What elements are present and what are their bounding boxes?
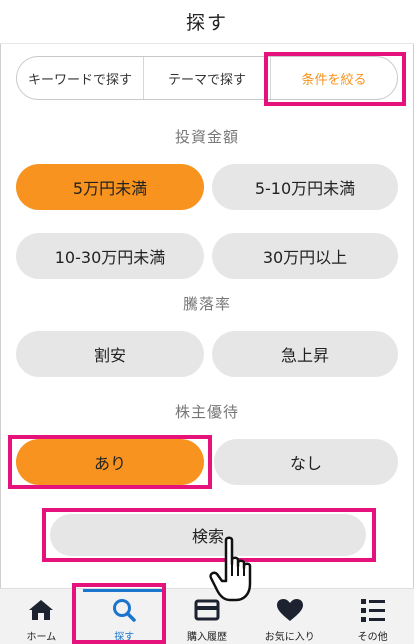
option-undervalued[interactable]: 割安 xyxy=(16,331,204,377)
page-header: 探す xyxy=(0,0,414,44)
option-50k-100k[interactable]: 5-10万円未満 xyxy=(212,164,398,210)
option-benefit-yes[interactable]: あり xyxy=(16,439,204,485)
hand-pointer-icon xyxy=(208,536,262,606)
bottom-tab-bar: ホーム 探す 購入履歴 お気に入り その他 xyxy=(0,588,414,644)
section-title-shareholder-benefit: 株主優待 xyxy=(174,403,239,421)
heart-icon xyxy=(276,597,304,623)
tab-keyword-search[interactable]: キーワードで探す xyxy=(17,57,143,99)
tab-other[interactable]: その他 xyxy=(331,589,414,644)
tab-filter-conditions[interactable]: 条件を絞る xyxy=(270,57,397,99)
home-icon xyxy=(28,597,54,623)
option-under-50k[interactable]: 5万円未満 xyxy=(16,164,204,210)
tab-theme-search[interactable]: テーマで探す xyxy=(143,57,270,99)
search-icon xyxy=(111,597,137,623)
tab-home[interactable]: ホーム xyxy=(0,589,83,644)
search-mode-segmented-control: キーワードで探す テーマで探す 条件を絞る xyxy=(16,56,398,100)
page-title: 探す xyxy=(185,12,228,34)
option-surging[interactable]: 急上昇 xyxy=(212,331,398,377)
tab-search[interactable]: 探す xyxy=(82,589,166,644)
option-100k-300k[interactable]: 10-30万円未満 xyxy=(16,233,204,279)
section-title-investment: 投資金額 xyxy=(174,128,239,146)
option-benefit-no[interactable]: なし xyxy=(214,439,398,485)
menu-icon xyxy=(360,597,386,623)
section-title-rate-change: 騰落率 xyxy=(182,295,231,313)
option-over-300k[interactable]: 30万円以上 xyxy=(212,233,398,279)
